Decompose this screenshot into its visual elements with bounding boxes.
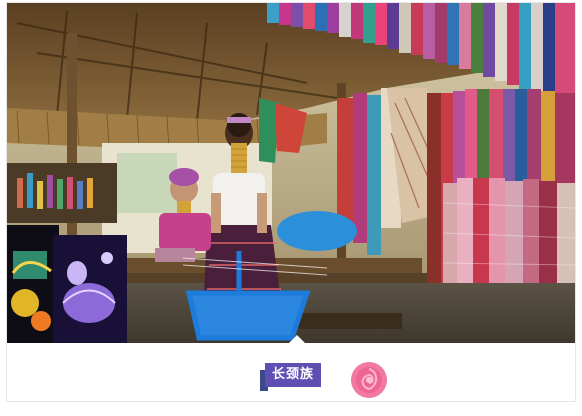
caption-tag: 长颈族 bbox=[265, 363, 322, 387]
caption-row: 长颈族 bbox=[7, 335, 575, 401]
rose-icon bbox=[351, 362, 387, 398]
photo-pointer-notch bbox=[288, 335, 306, 344]
village-market-photo bbox=[7, 3, 575, 343]
article-image-card-page: 长颈族 bbox=[0, 0, 582, 416]
image-card: 长颈族 bbox=[6, 2, 576, 402]
photo-illustration bbox=[7, 3, 575, 343]
